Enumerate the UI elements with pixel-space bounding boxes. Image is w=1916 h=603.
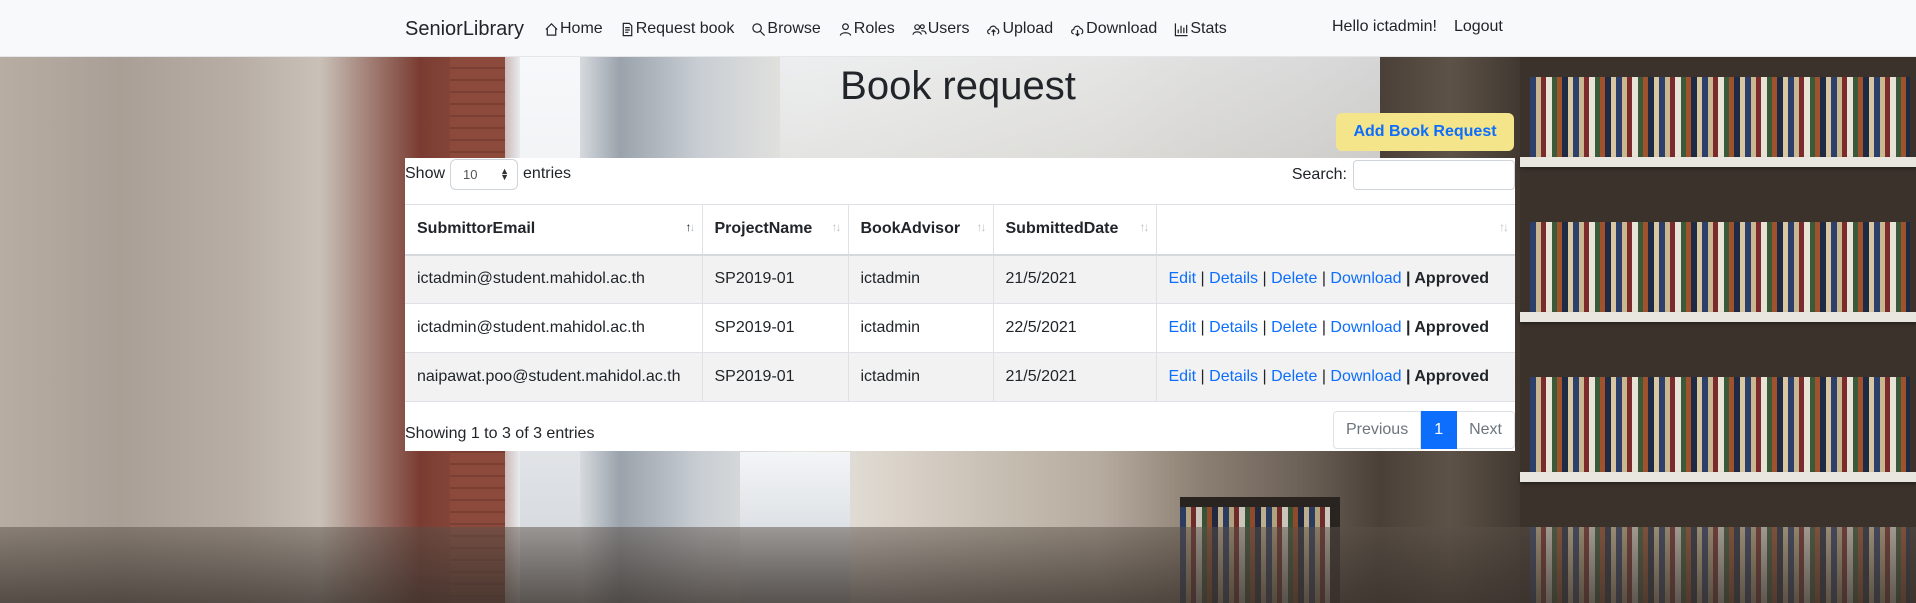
select-arrows-icon: ▲ ▼ (500, 166, 510, 182)
column-header-submitted-date[interactable]: SubmittedDate ↑↓ (993, 204, 1157, 256)
cell-actions: Edit | Details | Delete | Download | App… (1156, 352, 1515, 402)
next-page-button[interactable]: Next (1457, 411, 1515, 449)
user-greeting[interactable]: Hello ictadmin! (1332, 18, 1437, 36)
cell-date: 21/5/2021 (993, 352, 1157, 402)
cell-project: SP2019-01 (702, 303, 849, 353)
cell-actions: Edit | Details | Delete | Download | App… (1156, 254, 1515, 304)
search-icon (752, 22, 766, 36)
bar-chart-icon (1175, 22, 1188, 36)
download-link[interactable]: Download (1330, 270, 1401, 287)
sort-icon: ↑↓ (1499, 220, 1509, 234)
cell-actions: Edit | Details | Delete | Download | App… (1156, 303, 1515, 353)
cloud-upload-icon (987, 25, 1000, 36)
file-text-icon (622, 22, 633, 36)
details-link[interactable]: Details (1209, 368, 1258, 385)
nav-browse[interactable]: Browse (751, 18, 821, 40)
cloud-download-icon (1071, 25, 1084, 36)
book-request-table: SubmittorEmail ↑↓ ProjectName ↑↓ BookAdv… (405, 204, 1515, 402)
house-icon (545, 22, 558, 36)
edit-link[interactable]: Edit (1169, 319, 1197, 336)
cell-project: SP2019-01 (702, 352, 849, 402)
column-header-book-advisor[interactable]: BookAdvisor ↑↓ (848, 204, 994, 256)
add-book-request-button[interactable]: Add Book Request (1336, 113, 1514, 151)
status-label: Approved (1414, 319, 1490, 336)
cell-project: SP2019-01 (702, 254, 849, 304)
cell-advisor: ictadmin (848, 352, 994, 402)
details-link[interactable]: Details (1209, 319, 1258, 336)
previous-page-button[interactable]: Previous (1332, 411, 1422, 449)
book-request-table-panel: Show 10 ▲ ▼ entries Search: SubmittorEmai… (405, 158, 1515, 451)
people-icon (912, 23, 927, 35)
column-header-submittor-email[interactable]: SubmittorEmail ↑↓ (405, 204, 703, 256)
cell-email: naipawat.poo@student.mahidol.ac.th (405, 352, 703, 402)
details-link[interactable]: Details (1209, 270, 1258, 287)
cell-advisor: ictadmin (848, 254, 994, 304)
column-header-actions[interactable]: ↑↓ (1156, 204, 1515, 256)
delete-link[interactable]: Delete (1271, 368, 1317, 385)
nav-links: Home Request book Browse Roles Users Upl… (544, 18, 1244, 40)
sort-icon: ↑↓ (831, 220, 842, 234)
page-title: Book request (840, 64, 1076, 108)
person-icon (839, 22, 852, 36)
table-row: ictadmin@student.mahidol.ac.th SP2019-01… (405, 303, 1515, 353)
nav-users[interactable]: Users (912, 18, 969, 40)
delete-link[interactable]: Delete (1271, 319, 1317, 336)
brand-logo-link[interactable]: SeniorLibrary (405, 18, 524, 41)
cell-email: ictadmin@student.mahidol.ac.th (405, 303, 703, 353)
logout-button[interactable]: Logout (1454, 18, 1503, 36)
cell-date: 22/5/2021 (993, 303, 1157, 353)
sort-icon: ↑↓ (1139, 220, 1150, 234)
cell-advisor: ictadmin (848, 303, 994, 353)
page-length-select[interactable]: 10 ▲ ▼ (450, 158, 519, 190)
status-label: Approved (1414, 368, 1490, 385)
table-header-row: SubmittorEmail ↑↓ ProjectName ↑↓ BookAdv… (405, 204, 1515, 256)
search-input[interactable] (1353, 160, 1515, 190)
table-row: naipawat.poo@student.mahidol.ac.th SP201… (405, 352, 1515, 402)
cell-date: 21/5/2021 (993, 254, 1157, 304)
edit-link[interactable]: Edit (1169, 368, 1197, 385)
cell-email: ictadmin@student.mahidol.ac.th (405, 254, 703, 304)
download-link[interactable]: Download (1330, 319, 1401, 336)
edit-link[interactable]: Edit (1169, 270, 1197, 287)
pagination: Previous 1 Next (1332, 411, 1515, 449)
nav-upload[interactable]: Upload (986, 18, 1053, 40)
page-length-control: Show 10 ▲ ▼ entries (405, 158, 571, 190)
download-link[interactable]: Download (1330, 368, 1401, 385)
nav-roles[interactable]: Roles (838, 18, 895, 40)
table-info: Showing 1 to 3 of 3 entries (405, 425, 595, 442)
top-navbar: SeniorLibrary Home Request book Browse R… (0, 0, 1916, 57)
nav-request-book[interactable]: Request book (620, 18, 734, 40)
delete-link[interactable]: Delete (1271, 270, 1317, 287)
column-header-project-name[interactable]: ProjectName ↑↓ (702, 204, 849, 256)
sort-asc-icon: ↑↓ (685, 220, 696, 234)
nav-home[interactable]: Home (544, 18, 603, 40)
page-1-button[interactable]: 1 (1421, 411, 1458, 449)
table-row: ictadmin@student.mahidol.ac.th SP2019-01… (405, 254, 1515, 304)
nav-download[interactable]: Download (1070, 18, 1157, 40)
user-area: Hello ictadmin! Logout (1332, 18, 1503, 36)
nav-stats[interactable]: Stats (1174, 18, 1227, 40)
search-control: Search: (1292, 160, 1515, 190)
status-label: Approved (1414, 270, 1490, 288)
sort-icon: ↑↓ (976, 220, 987, 234)
